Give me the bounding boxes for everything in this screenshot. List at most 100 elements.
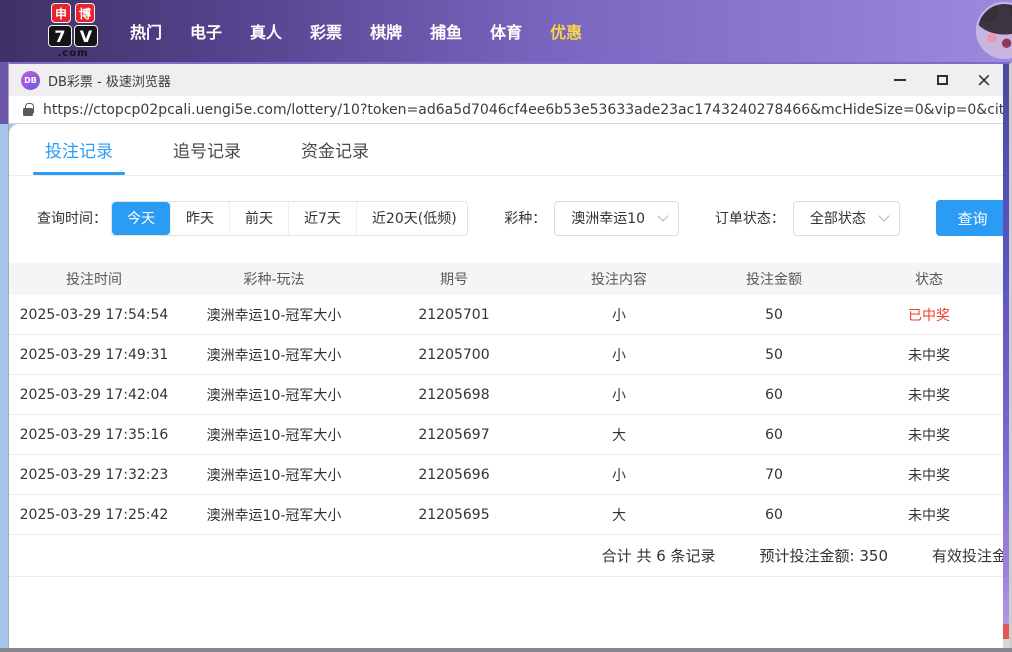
nav-item-3[interactable]: 真人 [250, 19, 282, 43]
order-status-label: 订单状态： [714, 211, 785, 227]
table-row[interactable]: 2025-03-29 17:49:31 澳洲幸运10-冠军大小 21205700 小 5… [9, 335, 1009, 375]
url-text[interactable]: https://ctopcp02pcali.uengi5e.com/lotter… [43, 102, 1009, 118]
banner-nav: 热门 电子 真人 彩票 棋牌 捕鱼 体育 优惠 [130, 19, 582, 43]
cell-status: 已中奖 [908, 307, 950, 324]
table-row[interactable]: 2025-03-29 17:42:04 澳洲幸运10-冠军大小 21205698 小 6… [9, 375, 1009, 415]
time-option-1[interactable]: 今天 [112, 201, 170, 235]
page-background: 投注记录 追号记录 资金记录 查询时间： 今天 昨天 前天 近7天 近20天(低频) 彩种：… [9, 124, 1009, 648]
cell-amount: 60 [765, 506, 783, 523]
lottery-filter-label: 彩种： [504, 211, 547, 227]
window-controls: × [879, 64, 1005, 96]
time-option-3[interactable]: 前天 [229, 201, 288, 235]
tab-bar: 投注记录 追号记录 资金记录 [9, 124, 1009, 176]
window-title: DB彩票 - 极速浏览器 [48, 74, 171, 90]
cell-status: 未中奖 [908, 427, 950, 444]
cell-issue: 21205700 [418, 346, 490, 363]
cell-content: 小 [612, 467, 626, 484]
logo-tile-7: 7 [48, 25, 72, 47]
site-logo[interactable]: 申 博 7 V .com [40, 3, 106, 59]
table-footer: 合计 共 6 条记录 预计投注金额: 350 有效投注金 [9, 535, 1009, 577]
cell-content: 小 [612, 347, 626, 364]
cell-status: 未中奖 [908, 467, 950, 484]
footer-expected-amount: 预计投注金额: 350 [759, 547, 888, 565]
nav-item-1[interactable]: 热门 [130, 19, 162, 43]
cell-amount: 50 [765, 306, 783, 323]
order-status-select[interactable]: 全部状态 [792, 200, 900, 236]
cell-status: 未中奖 [908, 347, 950, 364]
cell-issue: 21205695 [418, 506, 490, 523]
logo-tile-v: V [74, 25, 98, 47]
nav-item-7[interactable]: 体育 [490, 19, 522, 43]
cell-time: 2025-03-29 17:35:16 [19, 426, 169, 443]
footer-valid-amount: 有效投注金 [931, 547, 1007, 565]
url-bar[interactable]: https://ctopcp02pcali.uengi5e.com/lotter… [9, 96, 1009, 124]
maximize-icon [936, 75, 948, 85]
chevron-down-icon [657, 210, 669, 222]
time-option-2[interactable]: 昨天 [170, 201, 229, 235]
tab-1[interactable]: 投注记录 [33, 124, 125, 175]
scrollbar[interactable] [1003, 64, 1009, 648]
minimize-button[interactable] [879, 64, 921, 96]
table-row[interactable]: 2025-03-29 17:54:54 澳洲幸运10-冠军大小 21205701 小 5… [9, 295, 1009, 335]
nav-item-5[interactable]: 棋牌 [370, 19, 402, 43]
logo-badges: 申 博 [51, 3, 95, 23]
tab-3[interactable]: 资金记录 [295, 124, 375, 175]
browser-window: DB DB彩票 - 极速浏览器 × https://ctopcp02pcali.… [8, 62, 1012, 648]
table-header-row: 投注时间 彩种-玩法 期号 投注内容 投注金额 状态 [9, 263, 1009, 295]
order-status-value: 全部状态 [809, 211, 866, 227]
cell-issue: 21205701 [418, 306, 490, 323]
window-titlebar: DB DB彩票 - 极速浏览器 × [9, 64, 1009, 96]
tab-2[interactable]: 追号记录 [167, 124, 247, 175]
search-button[interactable]: 查询 [935, 200, 1009, 236]
maximize-button[interactable] [921, 64, 963, 96]
cell-time: 2025-03-29 17:42:04 [19, 386, 169, 403]
cell-amount: 60 [765, 426, 783, 443]
window-app-icon: DB [21, 70, 40, 90]
cell-issue: 21205698 [418, 386, 490, 403]
table-row[interactable]: 2025-03-29 17:32:23 澳洲幸运10-冠军大小 21205696 小 7… [9, 455, 1009, 495]
footer-total: 合计 共 6 条记录 [601, 547, 716, 565]
cell-time: 2025-03-29 17:54:54 [19, 306, 169, 323]
cell-amount: 60 [765, 386, 783, 403]
cell-content: 小 [612, 307, 626, 324]
minimize-icon [894, 79, 906, 81]
cell-time: 2025-03-29 17:25:42 [19, 506, 169, 523]
column-header-3: 期号 [440, 272, 468, 288]
cell-content: 大 [612, 507, 626, 524]
nav-item-4[interactable]: 彩票 [310, 19, 342, 43]
cell-amount: 70 [765, 466, 783, 483]
content-card: 投注记录 追号记录 资金记录 查询时间： 今天 昨天 前天 近7天 近20天(低频) 彩种：… [9, 124, 1009, 648]
cell-play: 澳洲幸运10-冠军大小 [206, 467, 342, 484]
cell-status: 未中奖 [908, 507, 950, 524]
close-button[interactable]: × [963, 64, 1005, 96]
filter-bar: 查询时间： 今天 昨天 前天 近7天 近20天(低频) 彩种： 澳洲幸运10 订单状态：… [37, 200, 1009, 236]
logo-tiles: 7 V [48, 25, 98, 47]
time-option-5[interactable]: 近20天(低频) [355, 201, 467, 235]
column-header-6: 状态 [915, 272, 943, 288]
logo-suffix: .com [57, 48, 89, 59]
cell-issue: 21205696 [418, 466, 490, 483]
cell-play: 澳洲幸运10-冠军大小 [206, 387, 342, 404]
logo-badge-shen: 申 [51, 3, 71, 23]
table-row[interactable]: 2025-03-29 17:35:16 澳洲幸运10-冠军大小 21205697 大 6… [9, 415, 1009, 455]
cell-play: 澳洲幸运10-冠军大小 [206, 307, 342, 324]
bet-records-table: 投注时间 彩种-玩法 期号 投注内容 投注金额 状态 2025-03-29 17:54:5… [9, 263, 1009, 577]
cell-time: 2025-03-29 17:49:31 [19, 346, 169, 363]
lock-icon [23, 103, 34, 116]
lottery-select[interactable]: 澳洲幸运10 [554, 200, 679, 236]
nav-item-8[interactable]: 优惠 [550, 19, 582, 43]
user-avatar[interactable] [976, 2, 1012, 59]
lottery-select-value: 澳洲幸运10 [571, 211, 646, 227]
cell-time: 2025-03-29 17:32:23 [19, 466, 169, 483]
column-header-5: 投注金额 [746, 272, 802, 288]
time-filter-group: 今天 昨天 前天 近7天 近20天(低频) [111, 200, 469, 236]
nav-item-6[interactable]: 捕鱼 [430, 19, 462, 43]
table-body: 2025-03-29 17:54:54 澳洲幸运10-冠军大小 21205701 小 5… [9, 295, 1009, 535]
cell-amount: 50 [765, 346, 783, 363]
cell-content: 大 [612, 427, 626, 444]
nav-item-2[interactable]: 电子 [190, 19, 222, 43]
time-option-4[interactable]: 近7天 [288, 201, 356, 235]
table-row[interactable]: 2025-03-29 17:25:42 澳洲幸运10-冠军大小 21205695 大 6… [9, 495, 1009, 535]
logo-badge-bo: 博 [75, 3, 95, 23]
cell-play: 澳洲幸运10-冠军大小 [206, 427, 342, 444]
